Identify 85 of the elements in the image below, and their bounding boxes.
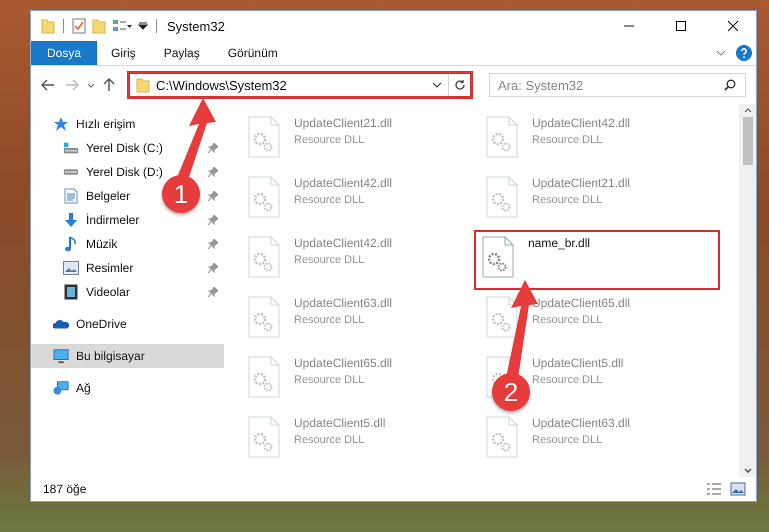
cloud-icon: [53, 318, 69, 330]
customize-toolbar-icon[interactable]: [112, 18, 132, 34]
folder-icon: [136, 77, 150, 93]
up-arrow-icon[interactable]: [103, 78, 115, 92]
file-type: Resource DLL: [294, 254, 366, 266]
nav-label: Hızlı erişim: [76, 117, 136, 131]
dropdown-icon[interactable]: [432, 82, 442, 88]
settings-file-icon: [486, 296, 518, 338]
star-icon: [53, 116, 69, 132]
nav-label: Ağ: [76, 381, 91, 395]
search-field[interactable]: Ara: System32: [489, 73, 746, 97]
nav-item[interactable]: Hızlı erişim: [31, 112, 140, 136]
settings-file-icon: [248, 416, 280, 458]
settings-file-icon: [486, 416, 518, 458]
ribbon-tab[interactable]: Paylaş: [150, 41, 214, 65]
file-type: Resource DLL: [532, 194, 604, 206]
window-title: System32: [167, 18, 225, 34]
file-type: Resource DLL: [294, 194, 366, 206]
file-type: Resource DLL: [294, 134, 366, 146]
nav-label: Müzik: [86, 237, 118, 251]
settings-file-icon: [486, 176, 518, 218]
settings-file-icon: [248, 116, 280, 158]
recent-locations-icon[interactable]: [87, 82, 95, 88]
settings-file-icon: [248, 296, 280, 338]
nav-label: Bu bilgisayar: [76, 349, 145, 363]
folder-icon: [41, 18, 55, 34]
network-icon: [53, 380, 69, 396]
file-type: Resource DLL: [532, 434, 604, 446]
ribbon-tab[interactable]: Giriş: [97, 41, 150, 65]
nav-label: Resimler: [86, 261, 134, 275]
nav-item[interactable]: Resimler: [31, 256, 138, 280]
item-count: 187 öğe: [43, 482, 86, 496]
music-note-icon: [63, 236, 79, 252]
back-arrow-icon[interactable]: [41, 79, 55, 91]
refresh-icon: [454, 79, 466, 91]
address-bar[interactable]: C:\Windows\System32: [127, 71, 473, 99]
settings-file-icon: [482, 236, 514, 278]
file-name[interactable]: name_br.dll: [528, 236, 590, 250]
expand-ribbon-icon[interactable]: [716, 50, 726, 56]
address-path: C:\Windows\System32: [156, 78, 288, 92]
drive-icon: [63, 141, 79, 155]
close-icon: [728, 21, 738, 31]
download-arrow-icon: [63, 212, 79, 228]
computer-icon: [53, 348, 69, 364]
ribbon-tab[interactable]: Görünüm: [214, 41, 292, 65]
settings-file-icon: [248, 236, 280, 278]
nav-item[interactable]: Ağ: [31, 376, 95, 400]
file-type: Resource DLL: [294, 314, 366, 326]
nav-label: Yerel Disk (C:): [86, 141, 163, 155]
dropdown-icon[interactable]: [138, 21, 148, 31]
nav-item[interactable]: Yerel Disk (C:): [31, 136, 167, 160]
settings-file-icon: [248, 356, 280, 398]
settings-file-icon: [486, 116, 518, 158]
file-type: Resource DLL: [532, 314, 604, 326]
file-type: Resource DLL: [532, 134, 604, 146]
large-icons-view-icon[interactable]: [730, 482, 746, 496]
nav-label: OneDrive: [76, 317, 127, 331]
nav-label: Yerel Disk (D:): [86, 165, 163, 179]
nav-item[interactable]: Bu bilgisayar: [31, 344, 224, 368]
details-view-icon[interactable]: [706, 482, 722, 496]
scrollbar-thumb[interactable]: [742, 117, 752, 165]
nav-label: İndirmeler: [86, 213, 140, 227]
nav-item[interactable]: İndirmeler: [31, 208, 144, 232]
drive-icon: [63, 168, 79, 176]
file-type: Resource DLL: [294, 374, 366, 386]
nav-item[interactable]: Videolar: [31, 280, 134, 304]
nav-item[interactable]: Müzik: [31, 232, 122, 256]
maximize-icon: [676, 21, 686, 31]
settings-file-icon: [248, 176, 280, 218]
picture-icon: [63, 261, 79, 275]
help-icon[interactable]: [736, 45, 752, 61]
nav-label: Belgeler: [86, 189, 130, 203]
file-type: Resource DLL: [294, 434, 366, 446]
ribbon-tab[interactable]: Dosya: [31, 41, 98, 65]
nav-item[interactable]: OneDrive: [31, 312, 131, 336]
properties-icon[interactable]: [72, 18, 86, 34]
film-icon: [63, 284, 79, 300]
document-icon: [63, 188, 79, 204]
file-type: Resource DLL: [532, 374, 604, 386]
nav-label: Videolar: [86, 285, 130, 299]
scrollbar[interactable]: [739, 104, 756, 477]
search-icon: [724, 79, 736, 91]
scroll-up-icon[interactable]: [744, 108, 752, 113]
nav-item[interactable]: Belgeler: [31, 184, 134, 208]
scroll-down-icon[interactable]: [744, 468, 752, 473]
